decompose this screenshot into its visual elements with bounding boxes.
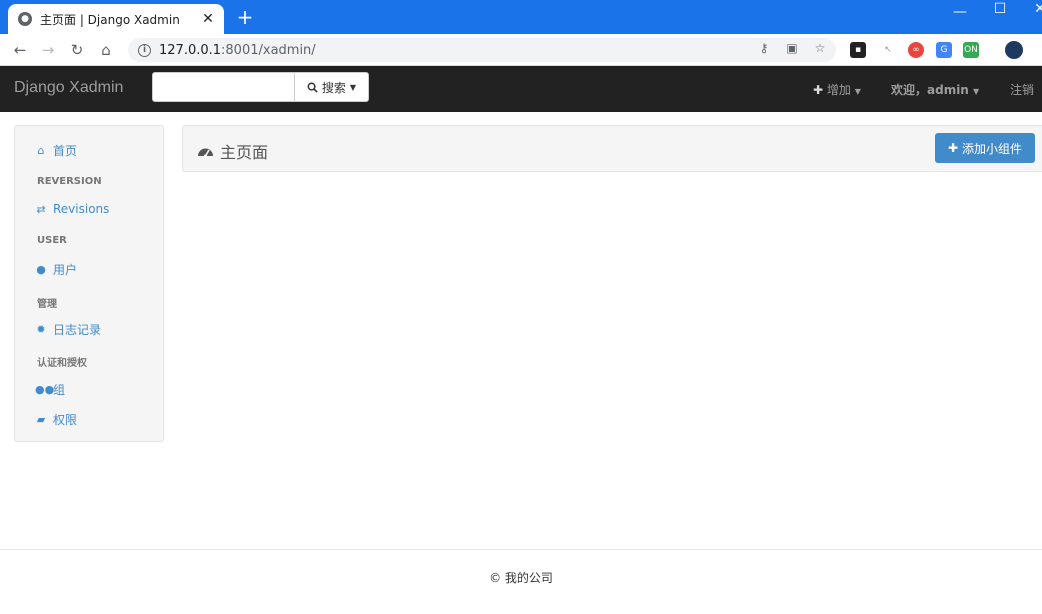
dashboard-icon [198,148,213,158]
globe-icon: ● [18,12,32,26]
extension-translate-icon[interactable]: G [936,42,952,58]
sidebar-item-users[interactable]: ● 用户 [35,261,77,278]
group-icon: ●● [35,383,55,396]
extension-cursor-icon[interactable]: ↖ [880,42,896,58]
address-bar[interactable]: i 127.0.0.1 :8001/xadmin/ ⚷ ▣ ☆ [128,38,836,62]
plus-icon: ✚ [813,83,824,97]
sidebar-item-logs[interactable]: ✹ 日志记录 [35,321,101,338]
page-title-text: 主页面 [220,143,269,162]
search-input[interactable] [152,72,295,102]
browser-toolbar: ← → ↻ ⌂ i 127.0.0.1 :8001/xadmin/ ⚷ ▣ ☆ … [0,34,1042,66]
app-navbar: Django Xadmin 搜索 ▼ ✚ 增加 ▼ 欢迎，admin ▼ 注销 [0,66,1042,112]
forward-icon[interactable]: → [38,40,58,60]
sidebar-item-home[interactable]: ⌂ 首页 [35,142,78,159]
new-tab-icon[interactable]: + [234,6,256,28]
key-icon[interactable]: ⚷ [756,41,772,55]
user-dropdown[interactable]: 欢迎，admin ▼ [891,81,979,98]
sidebar-header-admin: 管理 [37,299,57,310]
site-info-icon[interactable]: i [138,43,151,57]
footer-copyright: © 我的公司 [489,571,553,585]
browser-titlebar: ● 主页面 | Django Xadmin ✕ + — ☐ ✕ [0,0,1042,34]
search-icon [307,82,318,93]
sidebar-item-groups[interactable]: ●● 组 [35,381,65,398]
search-button[interactable]: 搜索 ▼ [294,72,369,102]
reload-icon[interactable]: ↻ [67,40,87,60]
dashboard-header-panel: 主页面 ✚ 添加小组件 [182,125,1042,172]
home-icon: ⌂ [37,144,45,157]
translate-icon[interactable]: ▣ [784,41,800,55]
search-button-label: 搜索 [321,80,346,95]
lock-icon: ▰ [36,413,46,426]
sidebar-item-revisions[interactable]: ⇄ Revisions [35,202,109,216]
add-label: 增加 [826,83,851,97]
exchange-icon: ⇄ [36,202,46,216]
url-path: :8001/xadmin/ [221,42,316,58]
minimize-icon[interactable]: — [950,4,970,20]
page-title: 主页面 [197,139,268,163]
extension-icon[interactable]: ▪ [850,42,866,58]
sidebar-item-label: Revisions [53,202,110,216]
sidebar-header-auth: 认证和授权 [37,358,87,369]
browser-tab[interactable]: ● 主页面 | Django Xadmin ✕ [8,4,224,34]
sidebar-header-user: USER [37,235,67,246]
caret-down-icon: ▼ [854,87,861,96]
sidebar-item-label: 用户 [53,263,78,277]
sidebar-item-label: 日志记录 [53,323,102,337]
bookmark-star-icon[interactable]: ☆ [812,41,828,55]
maximize-icon[interactable]: ☐ [990,1,1010,17]
tab-close-icon[interactable]: ✕ [200,11,216,27]
logout-link[interactable]: 注销 [1010,81,1034,98]
back-icon[interactable]: ← [10,40,30,60]
home-page-icon[interactable]: ⌂ [96,40,116,60]
welcome-label: 欢迎，admin [891,83,969,97]
add-widget-label: 添加小组件 [962,141,1023,156]
sidebar-item-label: 权限 [53,413,78,427]
profile-avatar[interactable] [1005,41,1023,59]
url-host: 127.0.0.1 [159,42,222,58]
sidebar-item-permissions[interactable]: ▰ 权限 [35,411,77,428]
sidebar-item-label: 首页 [53,144,78,158]
footer-divider [0,549,1042,550]
tab-title: 主页面 | Django Xadmin [40,12,180,27]
caret-down-icon: ▼ [973,87,980,96]
cog-icon: ✹ [36,323,46,336]
extension-on-icon[interactable]: ON [963,42,979,58]
extension-infinity-icon[interactable]: ∞ [908,42,924,58]
add-widget-button[interactable]: ✚ 添加小组件 [935,133,1035,163]
sidebar-nav: ⌂ 首页 REVERSION ⇄ Revisions USER ● 用户 管理 … [14,125,164,442]
plus-icon: ✚ [947,141,959,155]
sidebar-header-reversion: REVERSION [37,176,102,187]
brand-link[interactable]: Django Xadmin [14,79,123,97]
window-close-icon[interactable]: ✕ [1030,1,1042,17]
add-dropdown[interactable]: ✚ 增加 ▼ [813,81,861,98]
sidebar-item-label: 组 [53,383,66,397]
user-icon: ● [36,263,46,276]
caret-down-icon: ▼ [349,82,357,92]
